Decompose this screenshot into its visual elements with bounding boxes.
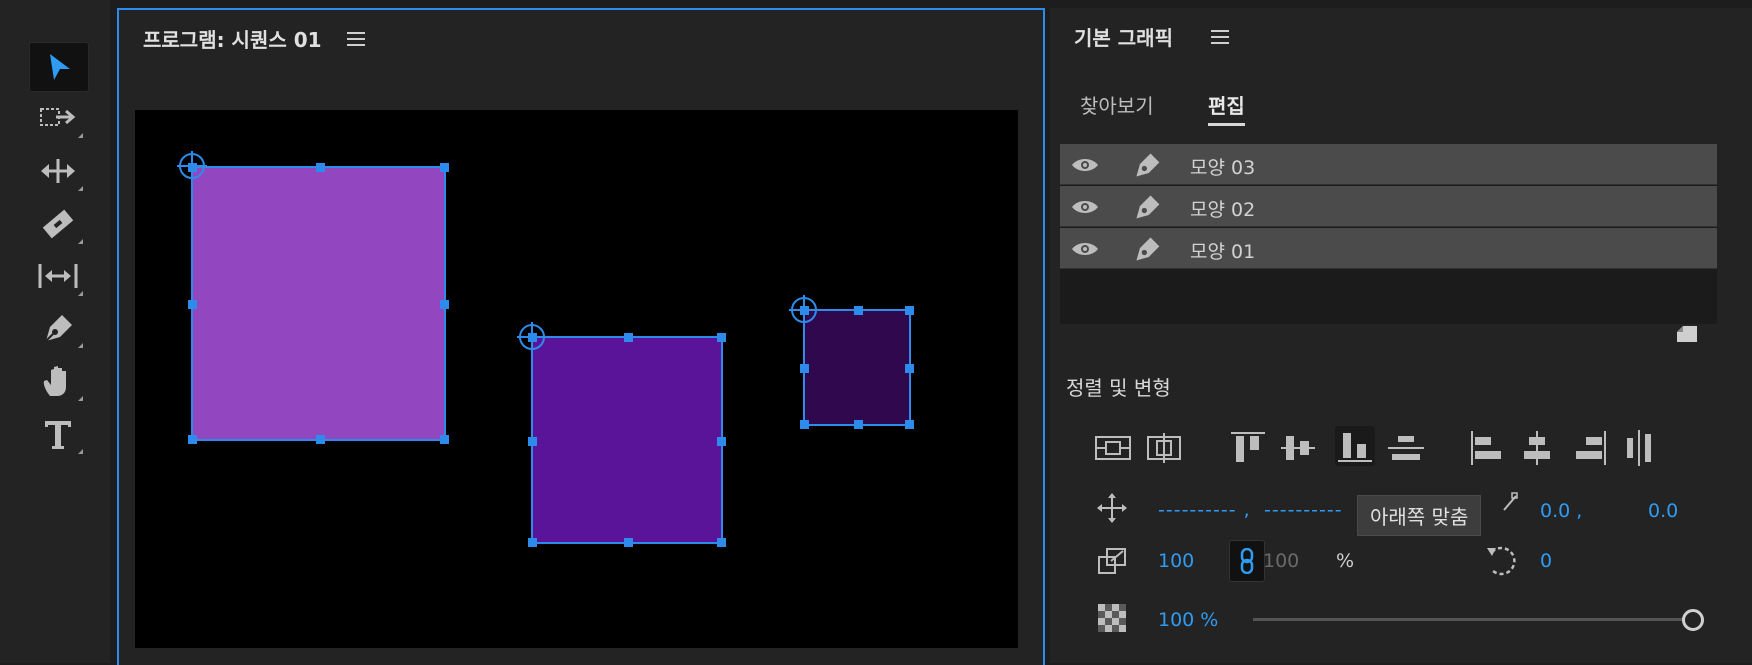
scale-unit: % — [1336, 550, 1355, 572]
resize-handle[interactable] — [624, 538, 633, 547]
position-x-value[interactable]: ---------- , — [1158, 499, 1251, 521]
align-right-icon[interactable] — [1570, 428, 1610, 468]
anchor-point-icon[interactable] — [789, 295, 819, 325]
resize-handle[interactable] — [440, 300, 449, 309]
constrain-proportions-button[interactable] — [1229, 540, 1265, 582]
scale-height-value: 100 — [1263, 550, 1300, 572]
program-panel-menu-icon[interactable] — [347, 32, 365, 46]
resize-handle[interactable] — [800, 364, 809, 373]
program-canvas[interactable] — [135, 110, 1018, 648]
hand-tool[interactable] — [29, 357, 87, 405]
graphics-panel-title: 기본 그래픽 — [1074, 26, 1173, 50]
distribute-vertically-icon[interactable] — [1386, 428, 1426, 468]
anchor-point-icon[interactable] — [177, 151, 207, 181]
anchor-point-icon[interactable] — [517, 322, 547, 352]
graphics-panel-menu-icon[interactable] — [1211, 30, 1229, 44]
opacity-checker-icon — [1098, 604, 1126, 632]
eye-icon[interactable] — [1070, 198, 1100, 216]
align-transform-title: 정렬 및 변형 — [1066, 376, 1171, 400]
pen-tool[interactable] — [29, 304, 87, 352]
ripple-edit-tool[interactable] — [29, 147, 87, 195]
layer-row[interactable]: 모양 03 — [1060, 144, 1717, 185]
eye-icon[interactable] — [1070, 240, 1100, 258]
eye-icon[interactable] — [1070, 156, 1100, 174]
essential-graphics-panel: 기본 그래픽 찾아보기 편집 모양 03 모양 02 모양 01 정렬 및 변형… — [1050, 8, 1752, 663]
resize-handle[interactable] — [528, 538, 537, 547]
layer-list: 모양 03 모양 02 모양 01 — [1060, 144, 1717, 324]
align-horizontal-center-icon[interactable] — [1517, 428, 1557, 468]
resize-handle[interactable] — [717, 538, 726, 547]
anchor-x-value[interactable]: 0.0 , — [1540, 500, 1582, 522]
resize-handle[interactable] — [905, 420, 914, 429]
pen-layer-icon — [1136, 195, 1160, 219]
align-top-icon[interactable] — [1228, 428, 1268, 468]
link-chain-icon — [1240, 548, 1254, 574]
layer-name: 모양 01 — [1190, 241, 1256, 263]
distribute-horizontally-icon[interactable] — [1619, 428, 1659, 468]
align-vertical-center-icon[interactable] — [1278, 428, 1318, 468]
tools-panel — [0, 0, 110, 663]
resize-handle[interactable] — [800, 420, 809, 429]
resize-handle[interactable] — [528, 437, 537, 446]
program-monitor-panel: 프로그램: 시퀀스 01 — [117, 8, 1045, 665]
rotation-icon — [1487, 546, 1516, 576]
ripple-edit-icon — [41, 159, 75, 183]
layer-row[interactable]: 모양 02 — [1060, 186, 1717, 227]
resize-handle[interactable] — [188, 435, 197, 444]
opacity-slider-thumb[interactable] — [1682, 609, 1704, 631]
tooltip: 아래쪽 맞춤 — [1357, 495, 1482, 536]
shape-02[interactable] — [517, 322, 726, 547]
track-select-tool[interactable] — [29, 94, 87, 142]
resize-handle[interactable] — [717, 333, 726, 342]
scale-icon — [1098, 548, 1126, 574]
resize-handle[interactable] — [905, 306, 914, 315]
resize-handle[interactable] — [717, 437, 726, 446]
pen-layer-icon — [1136, 153, 1160, 177]
track-select-icon — [40, 108, 76, 126]
resize-handle[interactable] — [316, 435, 325, 444]
resize-handle[interactable] — [854, 306, 863, 315]
layer-name: 모양 03 — [1190, 157, 1256, 179]
hand-icon — [43, 366, 66, 396]
opacity-slider-track[interactable] — [1253, 618, 1693, 621]
selection-tool[interactable] — [29, 42, 89, 92]
resize-handle[interactable] — [440, 435, 449, 444]
align-to-video-frame-icon[interactable] — [1094, 428, 1134, 468]
layer-name: 모양 02 — [1190, 199, 1256, 221]
type-tool[interactable] — [29, 410, 87, 458]
resize-handle[interactable] — [624, 333, 633, 342]
resize-handle[interactable] — [905, 364, 914, 373]
anchor-y-value[interactable]: 0.0 — [1648, 500, 1678, 522]
scale-width-value[interactable]: 100 — [1158, 550, 1194, 572]
razor-tool[interactable] — [29, 200, 87, 248]
selection-arrow-icon — [50, 54, 70, 80]
pen-layer-icon — [1136, 237, 1160, 261]
razor-icon — [42, 209, 74, 239]
shape-01[interactable] — [177, 151, 449, 444]
resize-handle[interactable] — [440, 163, 449, 172]
pen-icon — [45, 315, 72, 342]
tab-browse[interactable]: 찾아보기 — [1080, 90, 1154, 119]
resize-handle[interactable] — [854, 420, 863, 429]
rotation-value[interactable]: 0 — [1540, 550, 1552, 572]
resize-handle[interactable] — [316, 163, 325, 172]
shape-03[interactable] — [789, 295, 914, 429]
new-layer-icon[interactable] — [1675, 324, 1699, 344]
position-y-value[interactable]: ---------- — [1264, 499, 1343, 521]
align-bottom-icon[interactable] — [1335, 426, 1375, 466]
layer-row[interactable]: 모양 01 — [1060, 228, 1717, 269]
slip-icon — [38, 264, 78, 288]
type-icon — [45, 421, 71, 449]
resize-handle[interactable] — [188, 300, 197, 309]
tab-edit[interactable]: 편집 — [1208, 90, 1245, 126]
slip-tool[interactable] — [29, 252, 87, 300]
opacity-value[interactable]: 100 % — [1158, 609, 1218, 631]
align-left-icon[interactable] — [1467, 428, 1507, 468]
program-panel-title: 프로그램: 시퀀스 01 — [143, 28, 322, 52]
anchor-point-icon — [1503, 492, 1518, 511]
position-move-icon — [1097, 493, 1127, 523]
align-to-selection-icon[interactable] — [1145, 428, 1185, 468]
